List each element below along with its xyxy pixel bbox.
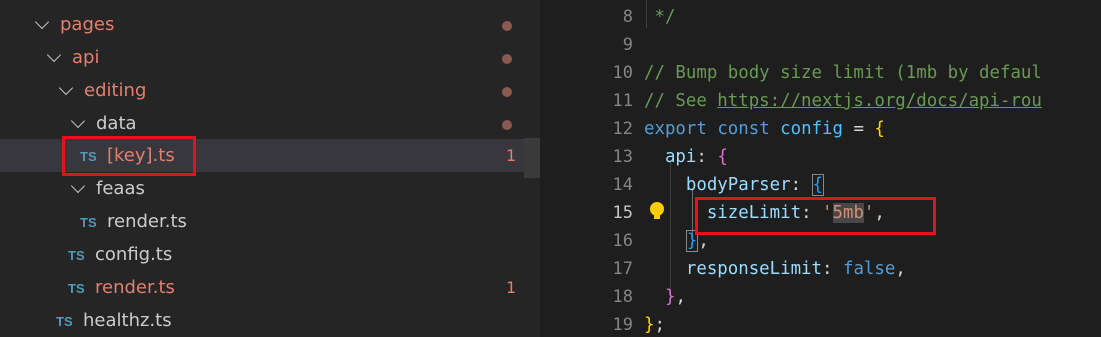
line-number: 12 bbox=[612, 119, 633, 139]
line-number: 18 bbox=[612, 287, 633, 307]
explorer-sidebar: pages api editing data TS [key].ts 1 fea… bbox=[0, 0, 540, 337]
code-line[interactable]: }, bbox=[644, 283, 686, 311]
code-token: */ bbox=[644, 7, 676, 27]
code-token: false bbox=[842, 259, 896, 279]
code-line[interactable]: api: { bbox=[644, 143, 728, 171]
code-token: // Bump body size limit (1mb by defaul bbox=[644, 63, 1042, 83]
code-token: // See bbox=[644, 91, 718, 111]
code-token: { bbox=[811, 174, 825, 196]
code-token: } bbox=[644, 315, 655, 335]
tree-item-api[interactable]: api bbox=[0, 41, 524, 74]
code-line[interactable]: }; bbox=[644, 311, 665, 337]
typescript-file-icon: TS bbox=[80, 215, 97, 230]
chevron-down-icon bbox=[70, 178, 86, 194]
code-token: { bbox=[717, 147, 728, 167]
line-number: 10 bbox=[612, 63, 633, 83]
tree-item-config-ts[interactable]: TS config.ts bbox=[0, 238, 524, 271]
tree-item-label: editing bbox=[84, 80, 147, 101]
code-token: , bbox=[675, 287, 686, 307]
lightbulb-icon[interactable] bbox=[650, 202, 664, 219]
tree-item-label: feaas bbox=[96, 178, 145, 199]
tree-item-feaas-render-ts[interactable]: TS render.ts bbox=[0, 205, 524, 238]
sidebar-scrollbar[interactable] bbox=[524, 138, 540, 178]
line-number: 13 bbox=[612, 147, 633, 167]
code-token: api bbox=[664, 147, 697, 167]
tree-item-label: render.ts bbox=[95, 277, 175, 298]
tree-item-label: healthz.ts bbox=[83, 310, 172, 331]
tree-item-pages[interactable]: pages bbox=[0, 8, 524, 41]
typescript-file-icon: TS bbox=[56, 314, 73, 329]
code-token: bodyParser bbox=[685, 175, 791, 195]
code-line[interactable]: // See https://nextjs.org/docs/api-rou bbox=[644, 87, 1042, 115]
typescript-file-icon: TS bbox=[68, 248, 85, 263]
line-number: 9 bbox=[622, 35, 633, 55]
tree-item-label: api bbox=[72, 47, 100, 68]
tree-item-feaas[interactable]: feaas bbox=[0, 172, 524, 205]
modified-dot-icon bbox=[502, 120, 512, 130]
line-number: 8 bbox=[622, 7, 633, 27]
problem-count-badge: 1 bbox=[506, 146, 517, 165]
line-number: 19 bbox=[612, 315, 633, 335]
code-token: } bbox=[664, 287, 676, 307]
line-number: 11 bbox=[612, 91, 633, 111]
code-token: export bbox=[644, 119, 707, 139]
tree-item-label: config.ts bbox=[95, 244, 173, 265]
code-line[interactable]: bodyParser: { bbox=[644, 171, 825, 199]
code-token: : bbox=[790, 175, 812, 195]
highlight-box-key-ts bbox=[62, 136, 196, 176]
code-line[interactable]: export const config = { bbox=[644, 115, 885, 143]
code-token: responseLimit bbox=[685, 259, 823, 279]
line-number-active: 15 bbox=[612, 203, 633, 223]
code-line[interactable]: // Bump body size limit (1mb by defaul bbox=[644, 59, 1042, 87]
code-line[interactable]: responseLimit: false, bbox=[644, 255, 906, 283]
chevron-down-icon bbox=[34, 14, 50, 30]
code-editor[interactable]: 8 */ 9 10 // Bump body size limit (1mb b… bbox=[540, 0, 1101, 337]
tree-item-healthz-ts[interactable]: TS healthz.ts bbox=[0, 304, 524, 337]
chevron-down-icon bbox=[58, 80, 74, 96]
chevron-down-icon bbox=[70, 113, 86, 129]
modified-dot-icon bbox=[502, 54, 512, 64]
tree-item-label: render.ts bbox=[107, 211, 187, 232]
modified-dot-icon bbox=[502, 87, 512, 97]
modified-dot-icon bbox=[502, 21, 512, 31]
code-line[interactable]: */ bbox=[644, 3, 675, 31]
highlight-box-sizelimit bbox=[695, 197, 936, 235]
code-token: config bbox=[780, 119, 843, 139]
code-token: : bbox=[696, 147, 718, 167]
line-number: 16 bbox=[612, 231, 633, 251]
chevron-down-icon bbox=[46, 47, 62, 63]
code-token: ; bbox=[654, 315, 665, 335]
code-token: { bbox=[874, 119, 885, 139]
typescript-file-icon: TS bbox=[68, 281, 85, 296]
code-token: = bbox=[842, 119, 875, 139]
code-token: https://nextjs.org/docs/api-rou bbox=[717, 91, 1042, 111]
line-number: 17 bbox=[612, 259, 633, 279]
code-token: , bbox=[895, 259, 906, 279]
code-token: const bbox=[717, 119, 770, 139]
line-number: 14 bbox=[612, 175, 633, 195]
tree-item-editing-render-ts[interactable]: TS render.ts 1 bbox=[0, 271, 524, 304]
tree-item-label: pages bbox=[60, 14, 115, 35]
code-token: : bbox=[822, 259, 843, 279]
tree-item-editing[interactable]: editing bbox=[0, 74, 524, 107]
tree-item-label: data bbox=[96, 113, 137, 134]
problem-count-badge: 1 bbox=[506, 278, 517, 297]
